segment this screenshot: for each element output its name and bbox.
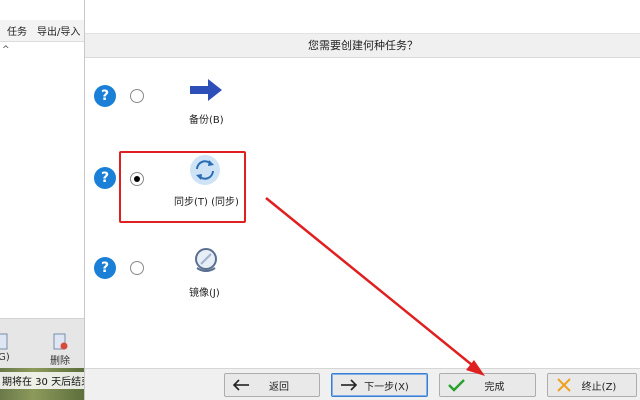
selection-highlight-box [119, 151, 246, 223]
help-icon-sync[interactable]: ? [94, 167, 116, 189]
next-button[interactable]: 下一步(X) [331, 373, 428, 397]
toolbar-label-delete: 删除 [50, 356, 70, 367]
trial-status-message: 期将在 30 天后结束 [0, 372, 84, 389]
menu-item-tasks[interactable]: 任务 [7, 23, 27, 38]
radio-backup[interactable] [130, 89, 144, 103]
create-task-dialog: 您需要创建何种任务？ ? 备份(B) ? 同步(T) (同步) ? 镜像(J) [84, 0, 640, 400]
document-icon [0, 333, 8, 350]
help-icon-mirror[interactable]: ? [94, 257, 116, 279]
mirror-icon [195, 248, 217, 272]
dialog-question: 您需要创建何种任务？ [85, 34, 640, 58]
back-button[interactable]: 返回 [224, 373, 320, 397]
task-type-options: ? 备份(B) ? 同步(T) (同步) ? 镜像(J) [85, 58, 640, 368]
dialog-top-area [85, 0, 640, 34]
finish-button[interactable]: 完成 [439, 373, 536, 397]
document-delete-icon [53, 333, 68, 350]
close-icon [557, 378, 571, 392]
help-icon-backup[interactable]: ? [94, 85, 116, 107]
option-label-backup: 备份(B) [189, 115, 224, 126]
dialog-footer: 返回 下一步(X) 完成 终止(Z) [85, 368, 640, 400]
background-toolbar: (G) 删除 [0, 318, 84, 368]
toolbar-button-delete[interactable]: 删除 [50, 333, 70, 367]
cancel-button-label: 终止(Z) [581, 381, 617, 393]
toolbar-button-g[interactable]: (G) [0, 333, 10, 363]
toolbar-label-g: (G) [0, 352, 10, 363]
back-button-label: 返回 [269, 381, 289, 393]
radio-mirror[interactable] [130, 261, 144, 275]
menu-item-export-import[interactable]: 导出/导入 [37, 23, 80, 38]
arrow-right-small-icon [341, 379, 358, 391]
cancel-button[interactable]: 终止(Z) [547, 373, 637, 397]
arrow-right-icon [190, 79, 222, 101]
background-menu-bar: 任务 导出/导入 [0, 20, 84, 42]
background-status-bar: 期将在 30 天后结束 [0, 368, 84, 400]
finish-button-label: 完成 [484, 381, 505, 393]
background-app-window: 任务 导出/导入 ^ (G) 删除 期将在 30 天后结束 [0, 0, 84, 400]
caret-up-icon: ^ [2, 45, 10, 55]
arrow-left-icon [232, 379, 249, 391]
option-label-mirror: 镜像(J) [189, 288, 220, 299]
checkmark-icon [448, 379, 465, 392]
next-button-label: 下一步(X) [364, 381, 409, 393]
